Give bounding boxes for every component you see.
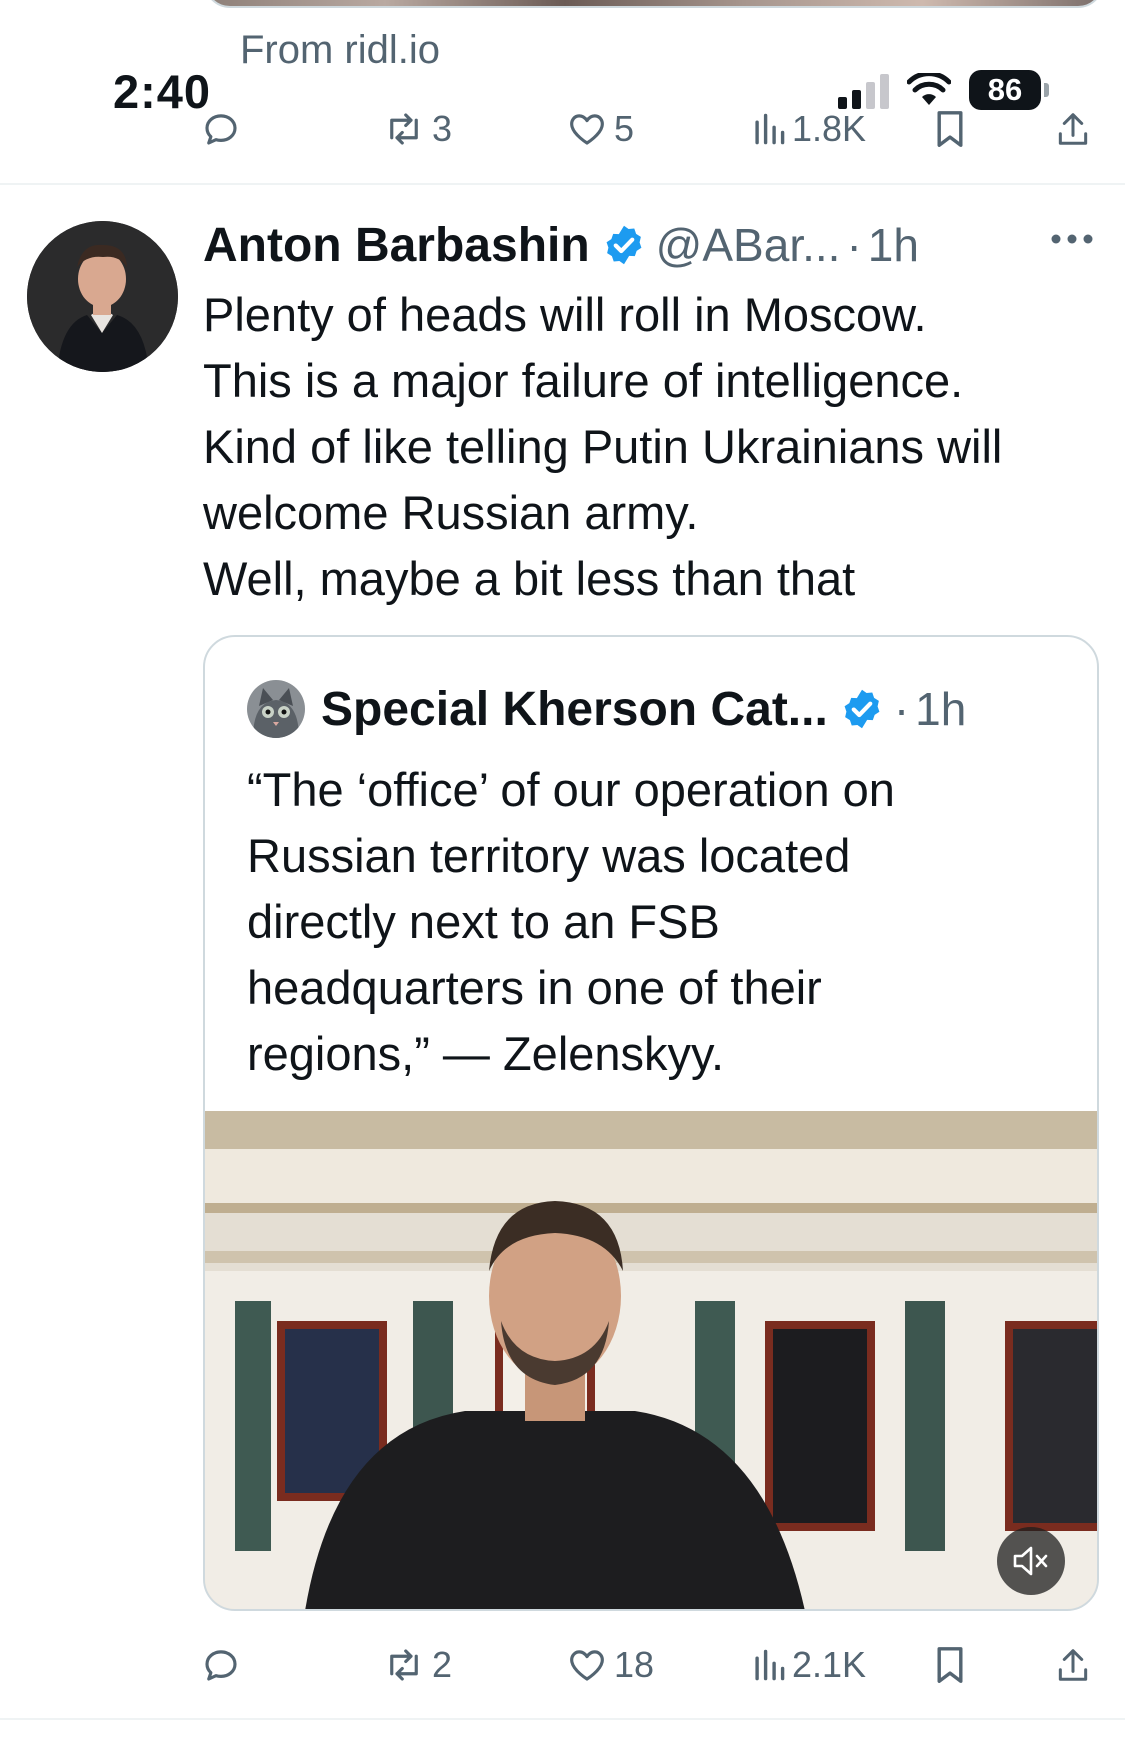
return-to-app-label[interactable]: From ridl.io [240,28,440,73]
like-count: 5 [614,108,635,149]
quoted-tweet-body: “The ‘office’ of our operation on Russia… [247,757,1087,1087]
share-icon [1058,1649,1088,1681]
quote-line: directly next to an FSB [247,895,720,948]
prev-post-action-bar: 3 5 1.8K [0,99,1125,159]
quote-line: regions,” — Zelenskyy. [247,1027,725,1080]
quote-line: headquarters in one of their [247,961,822,1014]
separator-dot: · [893,683,910,735]
author-photo [27,221,178,372]
reply-icon [205,114,237,145]
like-button[interactable]: 5 [566,99,634,159]
views-icon [755,113,785,145]
views-icon [755,1649,785,1681]
quoted-tweet-card[interactable]: Special Kherson Cat... · 1h “The ‘office… [203,635,1099,1611]
tweet-header: Anton Barbashin @ABar... · 1h [203,215,919,275]
repost-count: 2 [432,1644,453,1685]
separator-dot: · [846,219,862,271]
tweet-timestamp[interactable]: 1h [868,218,919,272]
bookmark-icon [937,111,963,147]
cat-avatar-photo [247,680,305,738]
views-count: 2.1K [792,1644,867,1685]
repost-icon [390,113,418,145]
verified-badge-icon [606,225,642,265]
heart-icon [570,1650,604,1681]
tweet-action-bar: 2 18 2.1K [0,1635,1125,1695]
video-frame [205,1111,1097,1609]
repost-icon [390,1649,418,1681]
views-count: 1.8K [792,108,867,149]
mute-icon [1013,1546,1048,1576]
tweet-line: welcome Russian army. [203,486,699,539]
heart-icon [570,114,604,145]
previous-post-media[interactable] [204,0,1104,8]
like-button[interactable]: 18 [566,1635,654,1695]
tweet-body: Plenty of heads will roll in Moscow. Thi… [203,282,1103,612]
post-divider [0,183,1125,185]
reply-button[interactable] [200,99,242,159]
views-button[interactable]: 2.1K [752,1635,866,1695]
views-button[interactable]: 1.8K [752,99,866,159]
verified-badge-icon [844,689,880,729]
bookmark-button[interactable] [932,1635,968,1695]
bookmark-button[interactable] [932,99,968,159]
battery-cap [1044,83,1049,97]
reply-icon [205,1650,237,1681]
more-options-icon[interactable] [1050,232,1094,246]
like-count: 18 [614,1644,655,1685]
quoted-author-avatar[interactable] [247,680,305,738]
repost-button[interactable]: 3 [382,99,452,159]
author-name[interactable]: Anton Barbashin [203,218,590,273]
reply-button[interactable] [200,1635,242,1695]
author-avatar[interactable] [27,221,178,372]
tweet-line: Well, maybe a bit less than that [203,552,856,605]
repost-button[interactable]: 2 [382,1635,452,1695]
repost-count: 3 [432,108,453,149]
x-feed-screen: From ridl.io 2:40 86 3 5 1.8K Anton Barb… [0,0,1125,1762]
quoted-author-name[interactable]: Special Kherson Cat... [321,682,828,737]
tweet-line: This is a major failure of intelligence. [203,354,964,407]
tweet-line: Kind of like telling Putin Ukrainians wi… [203,420,1003,473]
share-button[interactable] [1054,1635,1092,1695]
quote-line: Russian territory was located [247,829,851,882]
tweet-line: Plenty of heads will roll in Moscow. [203,288,927,341]
post-divider [0,1718,1125,1720]
author-handle[interactable]: @ABar... [656,218,841,272]
quote-line: “The ‘office’ of our operation on [247,763,895,816]
mute-toggle-button[interactable] [997,1527,1065,1595]
quoted-tweet-header: Special Kherson Cat... · 1h [247,677,966,741]
share-icon [1058,113,1088,145]
quoted-tweet-timestamp[interactable]: 1h [915,682,966,736]
share-button[interactable] [1054,99,1092,159]
bookmark-icon [937,1647,963,1683]
quoted-tweet-video[interactable] [205,1111,1097,1609]
